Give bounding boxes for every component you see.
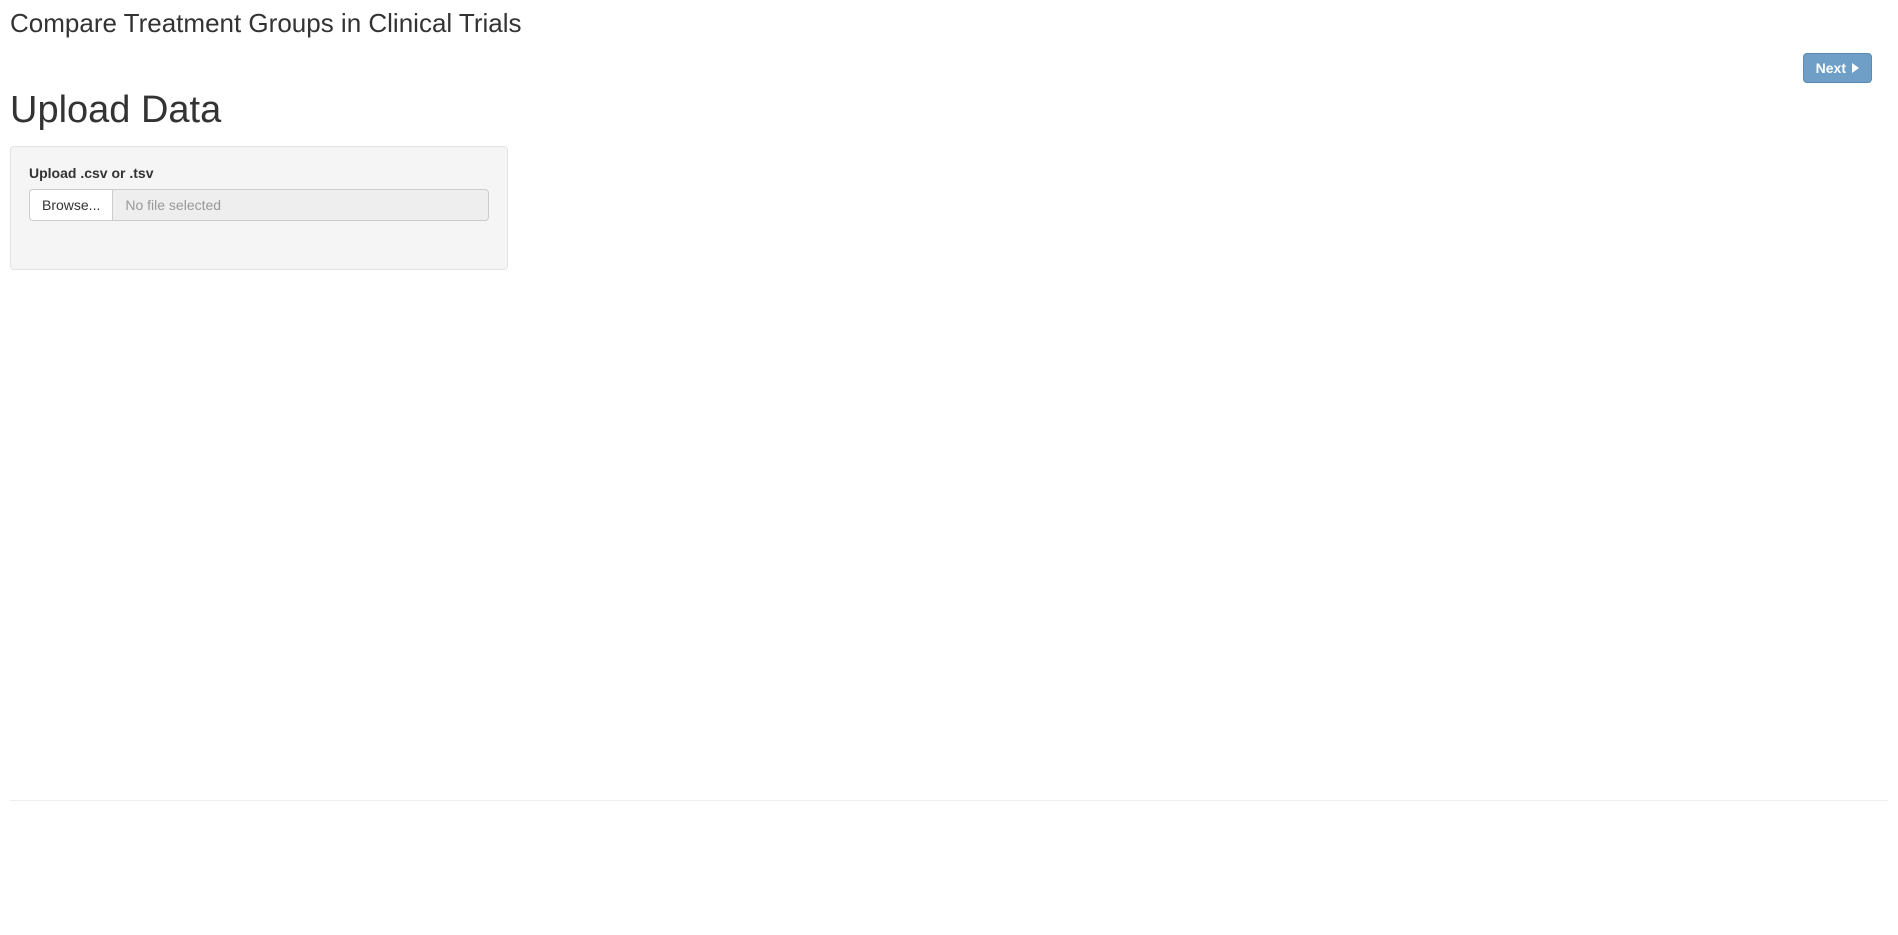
next-button[interactable]: Next	[1803, 53, 1872, 83]
browse-button[interactable]: Browse...	[29, 189, 112, 221]
app-title: Compare Treatment Groups in Clinical Tri…	[10, 8, 1888, 39]
chevron-right-icon	[1852, 63, 1859, 73]
page-heading: Upload Data	[10, 89, 1888, 132]
file-status-text: No file selected	[112, 189, 489, 221]
upload-label: Upload .csv or .tsv	[29, 165, 489, 181]
top-actions-bar: Next	[10, 53, 1888, 83]
file-input[interactable]: Browse... No file selected	[29, 189, 489, 221]
upload-panel: Upload .csv or .tsv Browse... No file se…	[10, 146, 508, 270]
next-button-label: Next	[1816, 60, 1846, 76]
divider	[10, 800, 1888, 801]
